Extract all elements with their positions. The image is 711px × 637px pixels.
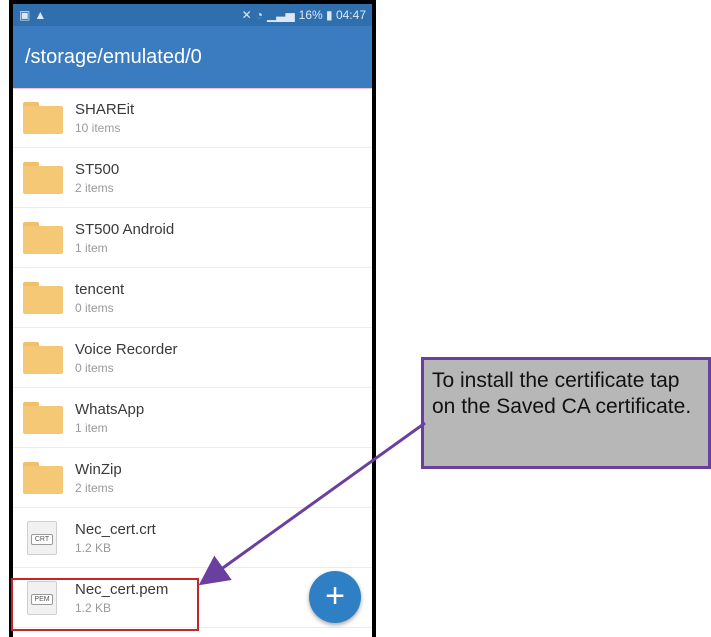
pointer-arrow: [198, 421, 426, 586]
arrow-line: [198, 421, 426, 586]
